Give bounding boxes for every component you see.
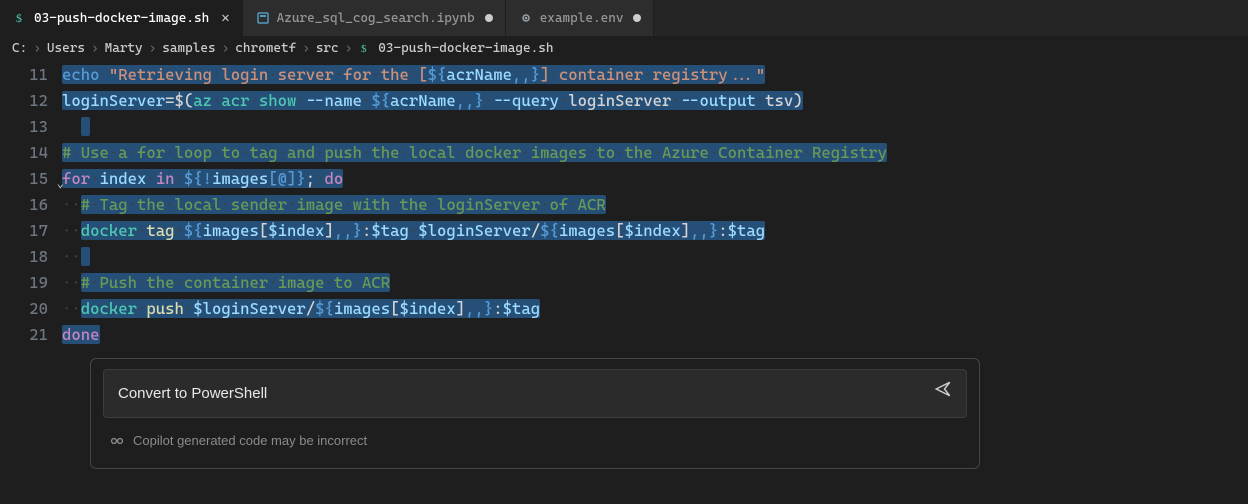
- line-number: 11: [0, 62, 62, 88]
- chevron-right-icon: ›: [149, 41, 157, 56]
- breadcrumb-part[interactable]: Marty: [105, 41, 143, 56]
- tab-azure-notebook[interactable]: Azure_sql_cog_search.ipynb: [243, 0, 506, 36]
- chevron-right-icon: ›: [222, 41, 230, 56]
- svg-text:$: $: [361, 43, 367, 54]
- breadcrumb-part[interactable]: chrometf: [235, 41, 296, 56]
- line-number: 13: [0, 114, 62, 140]
- line-number: 17: [0, 218, 62, 244]
- copilot-inline-chat: Convert to PowerShell Copilot generated …: [90, 358, 980, 469]
- code-line[interactable]: 18 ··: [0, 244, 1248, 270]
- dollar-icon: $: [358, 41, 372, 55]
- chevron-right-icon: ›: [33, 41, 41, 56]
- code-line[interactable]: 12 loginServer=$(az·acr·show·--name·${ac…: [0, 88, 1248, 114]
- gear-icon: [518, 10, 534, 26]
- breadcrumb[interactable]: C: › Users › Marty › samples › chrometf › src…: [0, 36, 1248, 60]
- breadcrumb-part[interactable]: src: [316, 41, 339, 56]
- code-line[interactable]: 16 ··#·Tag·the·local·sender·image·with·t…: [0, 192, 1248, 218]
- line-number: 19: [0, 270, 62, 296]
- copilot-prompt-text: Convert to PowerShell: [118, 381, 267, 407]
- breadcrumb-file[interactable]: 03-push-docker-image.sh: [378, 41, 553, 56]
- chevron-right-icon: ›: [302, 41, 310, 56]
- tab-example-env[interactable]: example.env: [506, 0, 655, 36]
- line-number: 12: [0, 88, 62, 114]
- chevron-right-icon: ›: [91, 41, 99, 56]
- code-line[interactable]: 14 #·Use·a·for·loop·to·tag·and·push·the·…: [0, 140, 1248, 166]
- code-line[interactable]: 19 ··#·Push·the·container·image·to·ACR: [0, 270, 1248, 296]
- tab-label: Azure_sql_cog_search.ipynb: [277, 11, 475, 26]
- code-line[interactable]: 13: [0, 114, 1248, 140]
- line-number: 16: [0, 192, 62, 218]
- line-number: 20: [0, 296, 62, 322]
- breadcrumb-part[interactable]: samples: [162, 41, 215, 56]
- line-number: 18: [0, 244, 62, 270]
- copilot-prompt-input[interactable]: Convert to PowerShell: [103, 369, 967, 418]
- breadcrumb-part[interactable]: C:: [12, 41, 27, 56]
- code-line[interactable]: 17 ··docker·tag·${images[$index],,}:$tag…: [0, 218, 1248, 244]
- code-line[interactable]: 11 echo "Retrieving·login·server·for·the…: [0, 62, 1248, 88]
- chevron-right-icon: ›: [345, 41, 353, 56]
- dirty-dot-icon: [485, 14, 493, 22]
- copilot-disclaimer: Copilot generated code may be incorrect: [133, 428, 367, 454]
- tab-push-docker[interactable]: $ 03-push-docker-image.sh ✕: [0, 0, 243, 36]
- tab-label: example.env: [540, 11, 624, 26]
- copilot-icon: [109, 433, 125, 449]
- code-line[interactable]: 15⌄ for·index·in·${!images[@]};·do: [0, 166, 1248, 192]
- close-icon[interactable]: ✕: [221, 10, 229, 26]
- dollar-icon: $: [12, 10, 28, 26]
- dirty-dot-icon: [633, 14, 641, 22]
- breadcrumb-part[interactable]: Users: [47, 41, 85, 56]
- tab-label: 03-push-docker-image.sh: [34, 11, 209, 26]
- copilot-footer: Copilot generated code may be incorrect: [103, 418, 967, 458]
- code-editor[interactable]: 11 echo "Retrieving·login·server·for·the…: [0, 60, 1248, 469]
- notebook-icon: [255, 10, 271, 26]
- send-icon[interactable]: [934, 380, 952, 407]
- line-number: 21: [0, 322, 62, 348]
- code-line[interactable]: 20 ··docker·push·$loginServer/${images[$…: [0, 296, 1248, 322]
- svg-text:$: $: [16, 11, 22, 25]
- code-line[interactable]: 21 done: [0, 322, 1248, 348]
- tab-bar: $ 03-push-docker-image.sh ✕ Azure_sql_co…: [0, 0, 1248, 36]
- line-number: 14: [0, 140, 62, 166]
- line-number: 15⌄: [0, 166, 62, 192]
